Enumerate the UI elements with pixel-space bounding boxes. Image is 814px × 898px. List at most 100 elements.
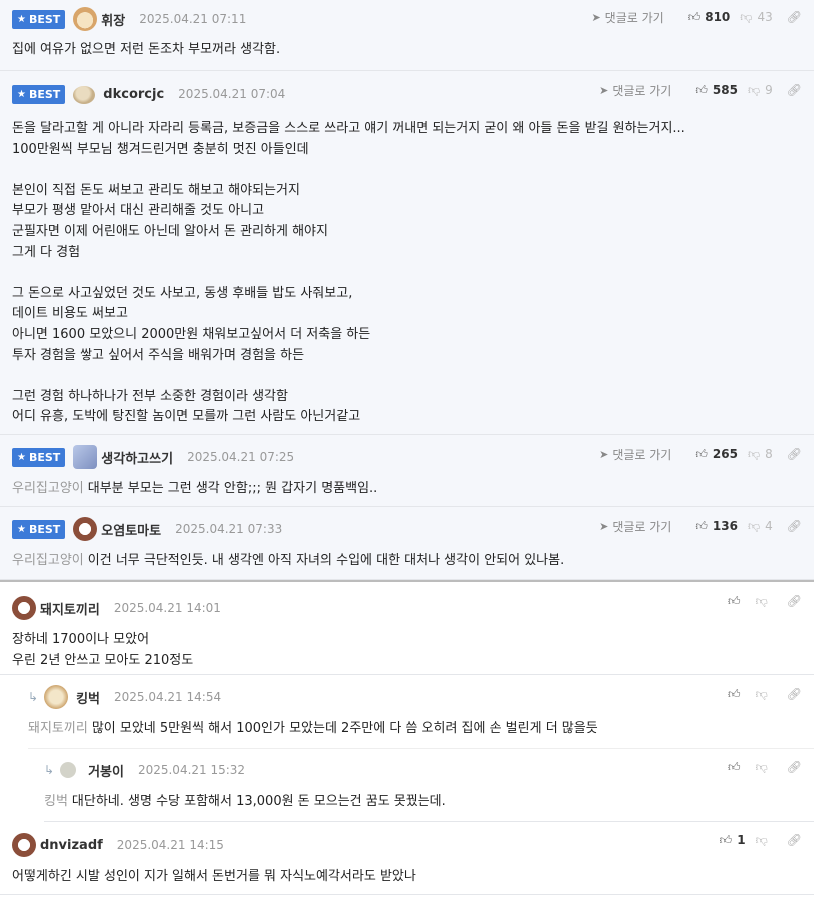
avatar[interactable] bbox=[73, 86, 96, 104]
comment-date: 2025.04.21 07:11 bbox=[139, 12, 247, 26]
star-icon: ★ bbox=[17, 523, 26, 535]
link-icon[interactable]: 🔗︎ bbox=[787, 519, 802, 533]
thumbs-up-icon: 👍︎ bbox=[728, 759, 741, 774]
author-name[interactable]: 휘장 bbox=[101, 10, 125, 29]
link-icon[interactable]: 🔗︎ bbox=[787, 760, 802, 774]
thumbs-down-icon: 👎︎ bbox=[755, 759, 768, 774]
comment-text: 킹벅 대단하네. 생명 수당 포함해서 13,000원 돈 모으는건 꿈도 못꿨는… bbox=[44, 794, 446, 809]
comment-date: 2025.04.21 07:25 bbox=[187, 450, 295, 464]
mention[interactable]: 돼지토끼리 bbox=[28, 721, 88, 736]
comment-item: ★ BEST dkcorcjc 2025.04.21 07:04 ➤ 댓글로 가기 … bbox=[0, 71, 814, 435]
comment-date: 2025.04.21 07:33 bbox=[175, 522, 283, 536]
thumbs-up-icon: 👍︎ bbox=[687, 9, 701, 24]
comment-date: 2025.04.21 14:15 bbox=[116, 838, 224, 852]
downvote-button[interactable]: 👎︎ bbox=[756, 687, 773, 702]
avatar[interactable] bbox=[73, 445, 98, 469]
avatar[interactable] bbox=[60, 762, 77, 778]
mention[interactable]: 우리집고양이 bbox=[12, 481, 84, 496]
comment-date: 2025.04.21 07:04 bbox=[178, 87, 286, 101]
thumbs-up-icon: 👍︎ bbox=[728, 686, 741, 701]
author-name[interactable]: 오염토마토 bbox=[101, 520, 161, 539]
comment-text: 우리집고양이 대부분 부모는 그런 생각 안함;;; 뭔 갑자기 명품백임.. bbox=[12, 481, 378, 496]
goto-reply-button[interactable]: ➤ 댓글로 가기 bbox=[599, 446, 671, 463]
reply-arrow-icon: ↳ bbox=[28, 690, 39, 704]
avatar[interactable] bbox=[12, 833, 36, 857]
comment-item: ★ BEST 생각하고쓰기 2025.04.21 07:25 ➤ 댓글로 가기 👍︎… bbox=[0, 435, 814, 507]
upvote-button[interactable]: 👍︎ 265 bbox=[695, 447, 738, 462]
comment-text: 집에 여유가 없으면 저런 돈조차 부모꺼라 생각함. bbox=[12, 42, 281, 57]
upvote-button[interactable]: 👍︎ bbox=[728, 687, 746, 702]
author-name[interactable]: 생각하고쓰기 bbox=[101, 448, 173, 467]
comment-date: 2025.04.21 15:32 bbox=[137, 763, 246, 777]
upvote-button[interactable]: 👍︎ 810 bbox=[688, 10, 731, 25]
downvote-button[interactable]: 👎︎ bbox=[756, 833, 773, 848]
thumbs-down-icon: 👎︎ bbox=[747, 82, 761, 97]
best-badge: ★ BEST bbox=[12, 447, 66, 467]
thumbs-down-icon: 👎︎ bbox=[755, 832, 768, 847]
link-icon[interactable]: 🔗︎ bbox=[787, 447, 802, 461]
avatar[interactable] bbox=[73, 517, 98, 541]
avatar[interactable] bbox=[73, 7, 98, 31]
mention[interactable]: 우리집고양이 bbox=[12, 553, 84, 568]
upvote-button[interactable]: 👍︎ bbox=[728, 760, 746, 775]
reply-arrow-icon: ↳ bbox=[44, 763, 55, 777]
goto-reply-button[interactable]: ➤ 댓글로 가기 bbox=[599, 82, 671, 99]
upvote-button[interactable]: 👍︎ bbox=[728, 594, 746, 609]
comment-item: ★ BEST 휘장 2025.04.21 07:11 ➤ 댓글로 가기 👍︎ 810 … bbox=[0, 0, 814, 71]
avatar[interactable] bbox=[44, 685, 69, 709]
link-icon[interactable]: 🔗︎ bbox=[787, 10, 802, 24]
downvote-button[interactable]: 👎︎ 9 bbox=[748, 83, 773, 98]
star-icon: ★ bbox=[17, 88, 26, 100]
comment-item: dnvizadf 2025.04.21 14:15 👍︎ 1 👎︎ 🔗︎ 어떻게하… bbox=[0, 821, 814, 895]
downvote-button[interactable]: 👎︎ bbox=[756, 594, 773, 609]
star-icon: ★ bbox=[17, 451, 26, 463]
upvote-button[interactable]: 👍︎ 585 bbox=[695, 83, 738, 98]
best-badge: ★ BEST bbox=[12, 84, 66, 104]
comment-text: 어떻게하긴 시발 성인이 지가 일해서 돈번거를 뭐 자식노예각서라도 받았나 bbox=[12, 869, 416, 884]
send-icon: ➤ bbox=[599, 519, 609, 533]
author-name[interactable]: 거봉이 bbox=[88, 761, 124, 780]
comment-text: 돈을 달라고할 게 아니라 자라리 등록금, 보증금을 스스로 쓰라고 얘기 꺼… bbox=[12, 121, 685, 425]
author-name[interactable]: dkcorcjc bbox=[103, 87, 164, 102]
author-name[interactable]: 킹벅 bbox=[76, 688, 100, 707]
upvote-button[interactable]: 👍︎ 136 bbox=[695, 519, 738, 534]
link-icon[interactable]: 🔗︎ bbox=[787, 83, 802, 97]
thumbs-down-icon: 👎︎ bbox=[747, 446, 761, 461]
thumbs-down-icon: 👎︎ bbox=[740, 9, 753, 24]
author-name[interactable]: 돼지토끼리 bbox=[40, 599, 100, 618]
goto-reply-button[interactable]: ➤ 댓글로 가기 bbox=[591, 9, 663, 26]
thumbs-up-icon: 👍︎ bbox=[695, 446, 708, 461]
thumbs-up-icon: 👍︎ bbox=[719, 832, 733, 847]
star-icon: ★ bbox=[17, 13, 26, 25]
author-name[interactable]: dnvizadf bbox=[40, 838, 103, 853]
comment-text: 돼지토끼리 많이 모았네 5만원씩 해서 100인가 모았는데 2주만에 다 씀 … bbox=[28, 721, 598, 736]
comment-text: 우리집고양이 이건 너무 극단적인듯. 내 생각엔 아직 자녀의 수입에 대한 대… bbox=[12, 553, 565, 568]
upvote-button[interactable]: 👍︎ 1 bbox=[720, 833, 746, 848]
downvote-button[interactable]: 👎︎ 4 bbox=[748, 519, 773, 534]
best-badge: ★ BEST bbox=[12, 519, 66, 539]
send-icon: ➤ bbox=[599, 447, 609, 461]
best-badge: ★ BEST bbox=[12, 9, 66, 29]
link-icon[interactable]: 🔗︎ bbox=[787, 687, 802, 701]
link-icon[interactable]: 🔗︎ bbox=[787, 833, 802, 847]
thumbs-up-icon: 👍︎ bbox=[695, 82, 708, 97]
avatar[interactable] bbox=[12, 596, 36, 620]
thumbs-up-icon: 👍︎ bbox=[728, 593, 741, 608]
comment-item: ★ BEST 오염토마토 2025.04.21 07:33 ➤ 댓글로 가기 👍︎ 1… bbox=[0, 507, 814, 580]
thumbs-down-icon: 👎︎ bbox=[755, 593, 768, 608]
downvote-button[interactable]: 👎︎ bbox=[756, 760, 773, 775]
comment-list: ★ BEST 휘장 2025.04.21 07:11 ➤ 댓글로 가기 👍︎ 810 … bbox=[0, 0, 814, 895]
comment-text: 장하네 1700이나 모았어 우린 2년 안쓰고 모아도 210정도 bbox=[12, 632, 194, 668]
mention[interactable]: 킹벅 bbox=[44, 794, 68, 809]
thumbs-up-icon: 👍︎ bbox=[695, 518, 708, 533]
downvote-button[interactable]: 👎︎ 8 bbox=[748, 447, 773, 462]
comment-item: 돼지토끼리 2025.04.21 14:01 👍︎ 👎︎ 🔗︎ 장하네 1700… bbox=[0, 580, 814, 675]
reply-item: ↳ 킹벅 2025.04.21 14:54 👍︎ 👎︎ 🔗︎ 돼지토끼리 많이 모… bbox=[0, 675, 814, 749]
reply-item: ↳ 거봉이 2025.04.21 15:32 👍︎ 👎︎ 🔗︎ 킹벅 대단하네. … bbox=[0, 748, 814, 822]
goto-reply-button[interactable]: ➤ 댓글로 가기 bbox=[599, 518, 671, 535]
thumbs-down-icon: 👎︎ bbox=[747, 518, 761, 533]
comment-date: 2025.04.21 14:01 bbox=[113, 601, 221, 615]
send-icon: ➤ bbox=[599, 83, 609, 97]
link-icon[interactable]: 🔗︎ bbox=[787, 594, 802, 608]
downvote-button[interactable]: 👎︎ 43 bbox=[740, 10, 772, 25]
